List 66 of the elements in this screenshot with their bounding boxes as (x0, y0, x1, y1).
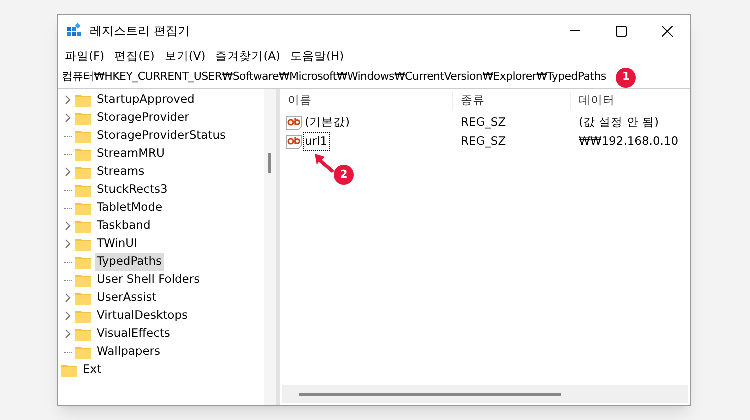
tree-item[interactable]: Wallpapers (95, 343, 163, 361)
chevron-icon[interactable] (64, 293, 72, 303)
column-header[interactable]: 이름 (280, 92, 452, 110)
tree-item[interactable]: TabletMode (95, 199, 165, 217)
annotation-badge: 2 (334, 165, 354, 185)
chevron-icon[interactable] (64, 329, 72, 339)
menu-item[interactable]: 파일(F) (61, 48, 109, 66)
tree-item[interactable]: Streams (95, 163, 147, 181)
tree-item[interactable]: StorageProvider (95, 109, 192, 127)
string-value-icon (286, 116, 302, 130)
folder-icon (75, 183, 91, 197)
folder-icon (75, 237, 91, 251)
annotation-arrow (314, 153, 336, 173)
folder-icon (75, 255, 91, 269)
tree-item[interactable]: StorageProviderStatus (95, 127, 228, 145)
value-name[interactable]: (기본값) (303, 112, 352, 132)
folder-icon (75, 327, 91, 341)
table-cell-text: (값 설정 안 됨) (578, 114, 659, 131)
address-field[interactable]: 컴퓨터₩HKEY_CURRENT_USER₩Software₩Microsoft₩Windows₩CurrentVersion₩Explorer₩TypedPaths (62, 69, 606, 86)
table-cell-text: ₩₩192.168.0.10 (578, 132, 679, 150)
tree-item[interactable]: StreamMRU (95, 145, 167, 163)
folder-icon (75, 345, 91, 359)
table-cell-text: REG_SZ (460, 114, 508, 131)
tree-item[interactable]: VirtualDesktops (95, 307, 190, 325)
tree-item[interactable]: Taskband (95, 217, 153, 235)
tree-item[interactable]: TypedPaths (95, 253, 164, 271)
folder-icon (75, 273, 91, 287)
chevron-icon[interactable] (64, 311, 72, 321)
chevron-icon[interactable] (64, 221, 72, 231)
tree-item[interactable]: User Shell Folders (95, 271, 202, 289)
chevron-icon[interactable] (64, 95, 72, 105)
maximize-icon (616, 26, 626, 36)
scrollbar[interactable] (282, 385, 688, 403)
folder-icon (75, 165, 91, 179)
folder-icon (75, 147, 91, 161)
chevron-icon[interactable] (64, 167, 72, 177)
menu-item[interactable]: 도움말(H) (286, 48, 348, 66)
table-cell-text: REG_SZ (460, 132, 508, 150)
folder-icon (61, 363, 77, 377)
folder-icon (75, 201, 91, 215)
folder-icon (75, 291, 91, 305)
tree-item[interactable]: StuckRects3 (95, 181, 170, 199)
value-name[interactable]: url1 (303, 132, 330, 152)
annotation-badge: 1 (616, 68, 636, 88)
tree-item[interactable]: Ext (81, 361, 104, 379)
chevron-icon[interactable] (64, 113, 72, 123)
column-header[interactable]: 데이터 (570, 92, 690, 110)
tree-item[interactable]: UserAssist (95, 289, 159, 307)
folder-icon (75, 129, 91, 143)
scrollbar[interactable] (264, 89, 276, 405)
folder-icon (75, 219, 91, 233)
menu-item[interactable]: 보기(V) (160, 48, 210, 66)
registry-icon (66, 23, 82, 39)
chevron-icon[interactable] (64, 239, 72, 249)
string-value-icon (286, 134, 302, 148)
folder-icon (75, 309, 91, 323)
folder-icon (75, 93, 91, 107)
column-header[interactable]: 종류 (452, 92, 570, 110)
folder-icon (75, 111, 91, 125)
menu-item[interactable]: 편집(E) (110, 48, 159, 66)
tree-item[interactable]: StartupApproved (95, 91, 197, 109)
window-title: 레지스트리 편집기 (90, 23, 190, 40)
tree-item[interactable]: VisualEffects (95, 325, 172, 343)
tree-item[interactable]: TWinUI (95, 235, 140, 253)
menu-item[interactable]: 즐겨찾기(A) (212, 48, 285, 66)
close-icon (662, 26, 672, 36)
